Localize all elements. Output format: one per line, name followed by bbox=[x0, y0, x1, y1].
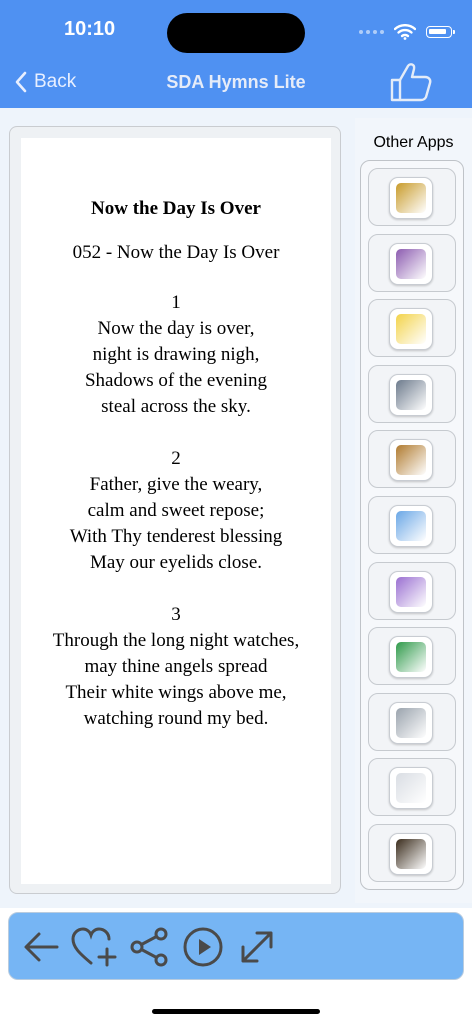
verse-number: 1 bbox=[171, 292, 181, 313]
other-app-tile[interactable] bbox=[368, 561, 456, 620]
verse-line: Their white wings above me, bbox=[65, 682, 287, 703]
other-app-tile[interactable] bbox=[368, 364, 456, 423]
previous-button[interactable] bbox=[19, 925, 63, 969]
home-indicator bbox=[152, 1009, 320, 1014]
app-icon-image bbox=[396, 511, 426, 541]
signal-icon bbox=[359, 30, 384, 34]
other-app-tile[interactable] bbox=[368, 824, 456, 882]
dynamic-island bbox=[167, 13, 305, 53]
other-app-tile[interactable] bbox=[368, 758, 456, 817]
app-icon-image bbox=[396, 445, 426, 476]
verse-line: Through the long night watches, bbox=[52, 630, 300, 651]
other-app-tile[interactable] bbox=[368, 168, 456, 226]
maze-app-icon bbox=[389, 636, 433, 679]
share-icon bbox=[130, 927, 168, 967]
app-icon-image bbox=[396, 379, 426, 410]
wifi-icon bbox=[394, 24, 416, 40]
top-bar: 10:10 Back SDA Hymns Lite bbox=[0, 0, 472, 108]
cross-app-icon bbox=[389, 439, 433, 482]
other-app-tile[interactable] bbox=[368, 627, 456, 686]
favorite-add-icon bbox=[71, 927, 117, 967]
other-app-tile[interactable] bbox=[368, 299, 456, 358]
verse-line: Father, give the weary, bbox=[89, 474, 263, 495]
other-app-tile[interactable] bbox=[368, 692, 456, 751]
hymn-title: Now the Day Is Over bbox=[91, 198, 261, 219]
photo-app-icon bbox=[389, 373, 433, 416]
other-apps-panel: Other Apps bbox=[355, 118, 472, 903]
main-area: Now the Day Is Over 052 - Now the Day Is… bbox=[0, 108, 472, 908]
app-icon-image bbox=[396, 248, 426, 279]
fullscreen-button[interactable] bbox=[235, 925, 279, 969]
verse-line: May our eyelids close. bbox=[89, 552, 262, 573]
other-app-tile[interactable] bbox=[368, 430, 456, 489]
verse-number: 3 bbox=[171, 604, 181, 625]
status-icons bbox=[359, 22, 455, 42]
verse-1: 1 Now the day is over, night is drawing … bbox=[21, 290, 331, 420]
verse-line: With Thy tenderest blessing bbox=[69, 526, 283, 547]
expand-icon bbox=[241, 931, 273, 963]
verse-3: 3 Through the long night watches, may th… bbox=[21, 602, 331, 732]
verse-line: may thine angels spread bbox=[84, 656, 268, 677]
app-icon-image bbox=[396, 314, 426, 345]
verse-number: 2 bbox=[171, 448, 181, 469]
play-button[interactable] bbox=[181, 925, 225, 969]
puzzle-small-app-icon bbox=[389, 505, 433, 547]
other-apps-list[interactable] bbox=[360, 160, 464, 890]
verse-line: Shadows of the evening bbox=[84, 370, 268, 391]
other-app-tile[interactable] bbox=[368, 233, 456, 292]
graduation-app-icon bbox=[389, 177, 433, 219]
like-button[interactable] bbox=[388, 60, 434, 104]
app-icon-image bbox=[396, 839, 426, 869]
add-favorite-button[interactable] bbox=[69, 925, 117, 969]
verse-line: Now the day is over, bbox=[97, 318, 255, 339]
other-apps-label: Other Apps bbox=[373, 134, 454, 151]
app-icon-image bbox=[396, 576, 426, 607]
other-app-tile[interactable] bbox=[368, 496, 456, 554]
verse-2: 2 Father, give the weary, calm and sweet… bbox=[21, 446, 331, 576]
dark-app-icon bbox=[389, 833, 433, 875]
thumbs-up-icon bbox=[390, 63, 432, 102]
counter-app-icon bbox=[389, 767, 433, 810]
puzzle-large-app-icon bbox=[389, 570, 433, 613]
word-puzzle-app-icon bbox=[389, 308, 433, 351]
app-icon-image bbox=[396, 707, 426, 738]
app-icon-image bbox=[396, 642, 426, 673]
status-time: 10:10 bbox=[64, 18, 116, 40]
document-app-icon bbox=[389, 701, 433, 744]
app-icon-image bbox=[396, 183, 426, 213]
back-arrow-icon bbox=[24, 932, 59, 962]
battery-icon bbox=[426, 26, 455, 38]
verse-line: watching round my bed. bbox=[83, 708, 269, 729]
hymn-number-title: 052 - Now the Day Is Over bbox=[72, 242, 280, 263]
jem-music-app-icon bbox=[389, 242, 433, 285]
play-icon bbox=[183, 927, 223, 967]
verse-line: calm and sweet repose; bbox=[87, 500, 265, 521]
hymn-page[interactable]: Now the Day Is Over 052 - Now the Day Is… bbox=[21, 138, 331, 884]
verse-line: night is drawing nigh, bbox=[92, 344, 260, 365]
share-button[interactable] bbox=[127, 925, 171, 969]
verse-line: steal across the sky. bbox=[101, 396, 251, 417]
app-icon-image bbox=[396, 773, 426, 804]
bottom-toolbar bbox=[8, 912, 464, 980]
